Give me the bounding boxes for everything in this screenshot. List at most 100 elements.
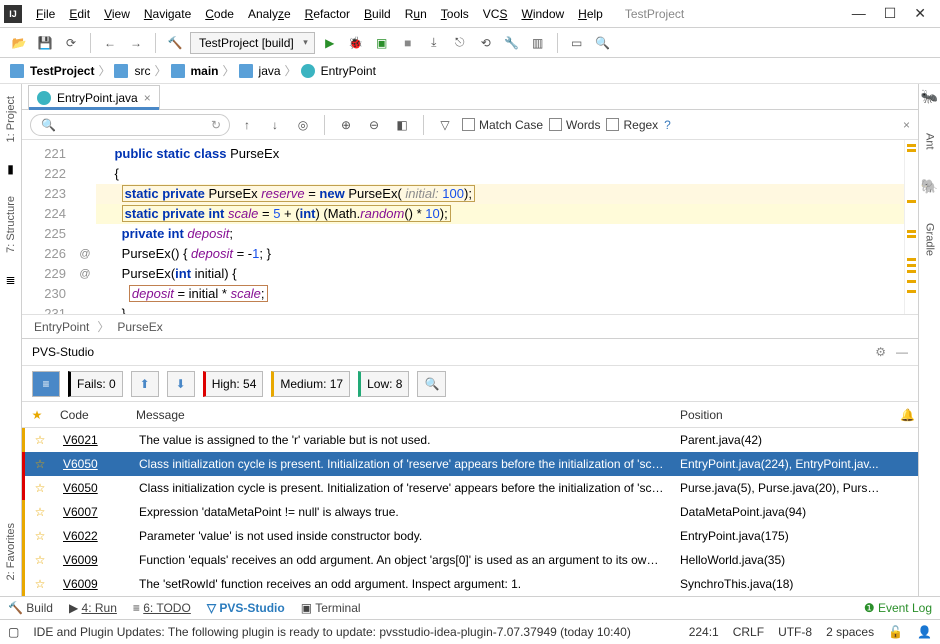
menu-vcs[interactable]: VCS xyxy=(477,5,514,23)
back-icon[interactable]: ← xyxy=(99,32,121,54)
tool-gradle[interactable]: Gradle xyxy=(924,215,936,264)
tab-terminal[interactable]: ▣ Terminal xyxy=(301,601,361,615)
tool-favorites[interactable]: 2: Favorites xyxy=(5,515,17,588)
prev-warning-button[interactable]: ⬆ xyxy=(131,371,159,397)
code-content[interactable]: public static class PurseEx { static pri… xyxy=(96,140,904,314)
filter-icon[interactable]: ▽ xyxy=(434,114,456,136)
star-icon[interactable]: ☆ xyxy=(35,481,46,495)
structure-icon[interactable]: ▥ xyxy=(527,32,549,54)
star-icon[interactable]: ☆ xyxy=(35,505,46,519)
result-row[interactable]: ☆V6022Parameter 'value' is not used insi… xyxy=(22,524,918,548)
maximize-icon[interactable]: ☐ xyxy=(884,5,897,22)
layers-icon[interactable]: ≣ xyxy=(5,273,15,287)
warning-code-link[interactable]: V6021 xyxy=(63,433,98,447)
warning-position[interactable]: DataMetaPoint.java(94) xyxy=(672,505,892,519)
warning-position[interactable]: Purse.java(5), Purse.java(20), Purse.... xyxy=(672,481,892,495)
find-close-icon[interactable]: × xyxy=(903,118,910,132)
menu-tools[interactable]: Tools xyxy=(435,5,475,23)
ant-icon[interactable]: 🐜 xyxy=(921,88,938,105)
list-view-button[interactable]: ≡ xyxy=(32,371,60,397)
tab-close-icon[interactable]: × xyxy=(144,91,151,105)
panel-minimize-icon[interactable]: — xyxy=(896,345,908,359)
col-star[interactable]: ★ xyxy=(22,408,52,422)
remove-selection-icon[interactable]: ⊖ xyxy=(363,114,385,136)
star-icon[interactable]: ☆ xyxy=(35,577,46,591)
warning-code-link[interactable]: V6050 xyxy=(63,457,98,471)
medium-filter-button[interactable]: Medium: 17 xyxy=(271,371,350,397)
warning-position[interactable]: SynchroThis.java(18) xyxy=(672,577,892,591)
tab-build[interactable]: 🔨 Build xyxy=(8,601,53,615)
menu-code[interactable]: Code xyxy=(199,5,240,23)
menu-run[interactable]: Run xyxy=(399,5,433,23)
status-toggle-icon[interactable]: ▢ xyxy=(8,625,19,639)
col-code[interactable]: Code xyxy=(52,408,128,422)
attach-icon[interactable]: ⤓ xyxy=(423,32,445,54)
breadcrumb-class[interactable]: EntryPoint xyxy=(321,64,376,78)
warning-position[interactable]: HelloWorld.java(35) xyxy=(672,553,892,567)
avd-icon[interactable]: ▭ xyxy=(566,32,588,54)
result-row[interactable]: ☆V6007Expression 'dataMetaPoint != null'… xyxy=(22,500,918,524)
search-everywhere-icon[interactable]: 🔍 xyxy=(592,32,614,54)
menu-refactor[interactable]: Refactor xyxy=(299,5,356,23)
warning-position[interactable]: EntryPoint.java(224), EntryPoint.jav... xyxy=(672,457,892,471)
close-icon[interactable]: ✕ xyxy=(914,5,926,22)
result-row[interactable]: ☆V6050Class initialization cycle is pres… xyxy=(22,452,918,476)
status-encoding[interactable]: UTF-8 xyxy=(778,625,812,639)
result-row[interactable]: ☆V6050Class initialization cycle is pres… xyxy=(22,476,918,500)
warning-position[interactable]: Parent.java(42) xyxy=(672,433,892,447)
save-icon[interactable]: 💾 xyxy=(34,32,56,54)
stop-icon[interactable]: ■ xyxy=(397,32,419,54)
regex-checkbox[interactable]: Regex xyxy=(606,118,658,132)
warning-code-link[interactable]: V6009 xyxy=(63,577,98,591)
debug-icon[interactable]: 🐞 xyxy=(345,32,367,54)
menu-file[interactable]: File xyxy=(30,5,61,23)
warning-code-link[interactable]: V6050 xyxy=(63,481,98,495)
menu-help[interactable]: Help xyxy=(572,5,609,23)
select-all-icon[interactable]: ◎ xyxy=(292,114,314,136)
next-match-icon[interactable]: ↓ xyxy=(264,114,286,136)
profile-icon[interactable]: ⎋ xyxy=(449,32,471,54)
file-tab-entrypoint[interactable]: EntryPoint.java × xyxy=(28,85,160,109)
star-icon[interactable]: ☆ xyxy=(35,457,46,471)
warning-code-link[interactable]: V6007 xyxy=(63,505,98,519)
hammer-icon[interactable]: 🔨 xyxy=(164,32,186,54)
trail-class[interactable]: EntryPoint xyxy=(34,320,89,334)
breadcrumb-project[interactable]: TestProject xyxy=(30,64,94,78)
add-selection-icon[interactable]: ⊕ xyxy=(335,114,357,136)
search-warnings-button[interactable]: 🔍 xyxy=(417,371,446,397)
menu-view[interactable]: View xyxy=(98,5,136,23)
star-icon[interactable]: ☆ xyxy=(35,529,46,543)
tab-pvs[interactable]: ▽ PVS-Studio xyxy=(207,601,285,615)
words-checkbox[interactable]: Words xyxy=(549,118,600,132)
warning-code-link[interactable]: V6022 xyxy=(63,529,98,543)
forward-icon[interactable]: → xyxy=(125,32,147,54)
low-filter-button[interactable]: Low: 8 xyxy=(358,371,409,397)
status-indent[interactable]: 2 spaces xyxy=(826,625,874,639)
status-line-sep[interactable]: CRLF xyxy=(733,625,764,639)
col-message[interactable]: Message xyxy=(128,408,672,422)
warning-position[interactable]: EntryPoint.java(175) xyxy=(672,529,892,543)
sync-icon[interactable]: ⟳ xyxy=(60,32,82,54)
gradle-icon[interactable]: 🐘 xyxy=(921,178,938,195)
prev-match-icon[interactable]: ↑ xyxy=(236,114,258,136)
status-caret-pos[interactable]: 224:1 xyxy=(689,625,719,639)
inspector-icon[interactable]: 👤 xyxy=(917,625,932,639)
update-icon[interactable]: ⟲ xyxy=(475,32,497,54)
col-position[interactable]: Position xyxy=(672,408,892,422)
menu-edit[interactable]: Edit xyxy=(63,5,96,23)
menu-window[interactable]: Window xyxy=(515,5,570,23)
warning-code-link[interactable]: V6009 xyxy=(63,553,98,567)
menu-navigate[interactable]: Navigate xyxy=(138,5,197,23)
tool-structure[interactable]: 7: Structure xyxy=(5,188,17,261)
lock-icon[interactable]: 🔓 xyxy=(888,625,903,639)
run-icon[interactable]: ▶ xyxy=(319,32,341,54)
star-icon[interactable]: ☆ xyxy=(35,553,46,567)
result-row[interactable]: ☆V6021The value is assigned to the 'r' v… xyxy=(22,428,918,452)
menu-analyze[interactable]: Analyze xyxy=(242,5,297,23)
tab-run[interactable]: ▶ 4: Run xyxy=(69,601,117,615)
breadcrumb-main[interactable]: main xyxy=(191,64,219,78)
result-row[interactable]: ☆V6009The 'setRowId' function receives a… xyxy=(22,572,918,596)
minimize-icon[interactable]: — xyxy=(852,5,866,22)
editor-minimap[interactable] xyxy=(904,140,918,314)
tool-project[interactable]: 1: Project xyxy=(5,88,17,150)
